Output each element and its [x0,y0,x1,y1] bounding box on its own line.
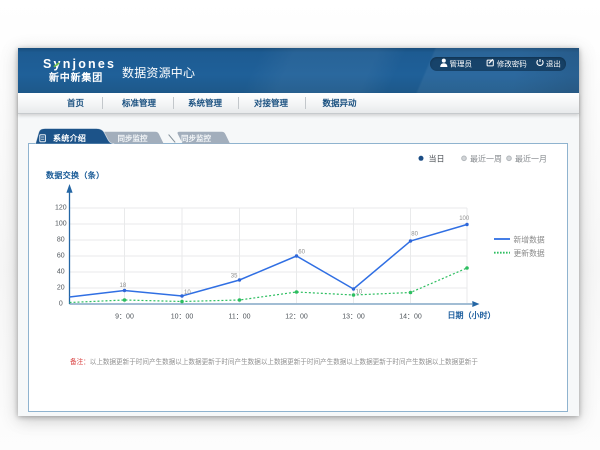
svg-text:12：00: 12：00 [285,313,308,320]
svg-text:11：00: 11：00 [228,313,250,320]
svg-text:数据交换（条）: 数据交换（条） [46,170,104,180]
svg-text:修改密码: 修改密码 [497,59,527,69]
svg-text:13：00: 13：00 [342,313,365,320]
svg-text:更新数据: 更新数据 [514,248,545,258]
svg-text:120: 120 [55,205,67,212]
svg-text:80: 80 [411,232,418,238]
svg-text:最近一周: 最近一周 [470,153,502,163]
svg-text:日期（小时）: 日期（小时） [448,310,496,320]
svg-text:9：00: 9：00 [115,313,134,320]
svg-text:退出: 退出 [546,59,561,69]
svg-text:100: 100 [459,216,470,222]
svg-text:当日: 当日 [429,153,445,163]
svg-text:10: 10 [356,290,363,296]
svg-text:同步监控: 同步监控 [118,133,148,143]
svg-text:管理员: 管理员 [450,59,473,69]
svg-text:20: 20 [57,285,65,292]
svg-text:18: 18 [120,283,127,289]
svg-text:同步监控: 同步监控 [181,133,211,143]
svg-text:10: 10 [184,290,191,296]
svg-text:新增数据: 新增数据 [514,234,545,244]
svg-text:60: 60 [57,253,65,260]
svg-text:系统介绍: 系统介绍 [53,133,86,143]
svg-text:35: 35 [231,274,238,280]
svg-text:100: 100 [55,221,67,228]
svg-text:80: 80 [57,237,65,244]
svg-text:14：00: 14：00 [399,313,422,320]
svg-text:60: 60 [298,250,305,256]
svg-text:0: 0 [59,301,63,308]
svg-text:40: 40 [57,269,65,276]
svg-text:10：00: 10：00 [171,313,194,320]
svg-text:最近一月: 最近一月 [515,153,547,163]
